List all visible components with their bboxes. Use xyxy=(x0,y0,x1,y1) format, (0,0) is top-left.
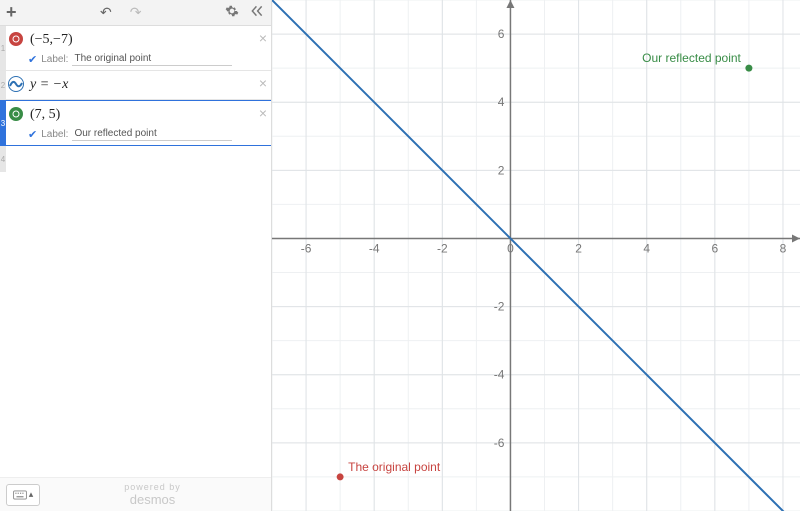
label-input[interactable] xyxy=(72,127,232,141)
x-tick: -2 xyxy=(437,241,448,255)
y-tick: -2 xyxy=(494,300,505,314)
expression-list: 1 (−5,−7) ✔ Label: × 2 y = −x × 3 (7, 5)… xyxy=(0,26,271,511)
expression-row-empty[interactable]: 4 xyxy=(0,146,271,172)
undo-button[interactable]: ↶ xyxy=(100,4,112,21)
label-checkbox-icon[interactable]: ✔ xyxy=(28,53,37,66)
plotted-point[interactable] xyxy=(745,65,752,72)
plotted-point[interactable] xyxy=(337,473,344,480)
x-tick: -6 xyxy=(301,241,312,255)
collapse-panel-button[interactable] xyxy=(249,4,265,21)
delete-expression-button[interactable]: × xyxy=(259,30,267,46)
powered-by: powered by desmos xyxy=(124,482,181,507)
settings-button[interactable] xyxy=(225,4,239,21)
label-input[interactable] xyxy=(72,52,232,66)
chevron-double-left-icon xyxy=(249,4,265,18)
keyboard-icon xyxy=(13,490,27,500)
keyboard-toggle-button[interactable]: ▴ xyxy=(6,484,40,506)
expression-row[interactable]: 3 (7, 5) ✔ Label: × xyxy=(0,100,271,146)
redo-button[interactable]: ↷ xyxy=(130,4,142,21)
point-icon[interactable] xyxy=(8,106,24,122)
label-caption: Label: xyxy=(41,129,68,140)
label-caption: Label: xyxy=(41,54,68,65)
point-label: The original point xyxy=(348,460,441,474)
point-icon[interactable] xyxy=(8,31,24,47)
y-tick: -4 xyxy=(494,368,505,382)
label-checkbox-icon[interactable]: ✔ xyxy=(28,128,37,141)
gear-icon xyxy=(225,4,239,18)
y-tick: 2 xyxy=(498,163,505,177)
panel-footer: ▴ powered by desmos xyxy=(0,477,271,511)
point-label: Our reflected point xyxy=(642,51,741,65)
x-tick: 2 xyxy=(575,241,582,255)
row-index: 3 xyxy=(0,101,6,145)
add-expression-button[interactable]: + xyxy=(6,2,17,23)
y-tick: 4 xyxy=(498,95,505,109)
x-tick: 6 xyxy=(711,241,718,255)
delete-expression-button[interactable]: × xyxy=(259,105,267,121)
toolbar: + ↶ ↷ xyxy=(0,0,271,26)
label-row: ✔ Label: xyxy=(28,50,267,66)
expression-text[interactable]: (7, 5) xyxy=(28,105,267,125)
expression-row[interactable]: 2 y = −x × xyxy=(0,71,271,100)
x-tick: 0 xyxy=(507,241,514,255)
expression-text[interactable]: y = −x xyxy=(28,75,267,95)
graph-canvas[interactable]: -6 -4 -2 0 2 4 6 8 -6 -4 -2 2 4 6 The original point Ou… xyxy=(272,0,800,511)
row-index: 2 xyxy=(0,71,6,99)
x-tick: 8 xyxy=(780,241,787,255)
y-tick: -6 xyxy=(494,436,505,450)
delete-expression-button[interactable]: × xyxy=(259,75,267,91)
row-index: 1 xyxy=(0,26,6,70)
x-tick: 4 xyxy=(643,241,650,255)
wave-icon[interactable] xyxy=(8,76,24,92)
y-tick: 6 xyxy=(498,27,505,41)
label-row: ✔ Label: xyxy=(28,125,267,141)
expression-row[interactable]: 1 (−5,−7) ✔ Label: × xyxy=(0,26,271,71)
graph-area[interactable]: -6 -4 -2 0 2 4 6 8 -6 -4 -2 2 4 6 The original point Ou… xyxy=(272,0,800,511)
row-index: 4 xyxy=(0,146,6,172)
expression-panel: + ↶ ↷ 1 (−5,−7) ✔ Label: × xyxy=(0,0,272,511)
expression-text[interactable]: (−5,−7) xyxy=(28,30,267,50)
x-tick: -4 xyxy=(369,241,380,255)
